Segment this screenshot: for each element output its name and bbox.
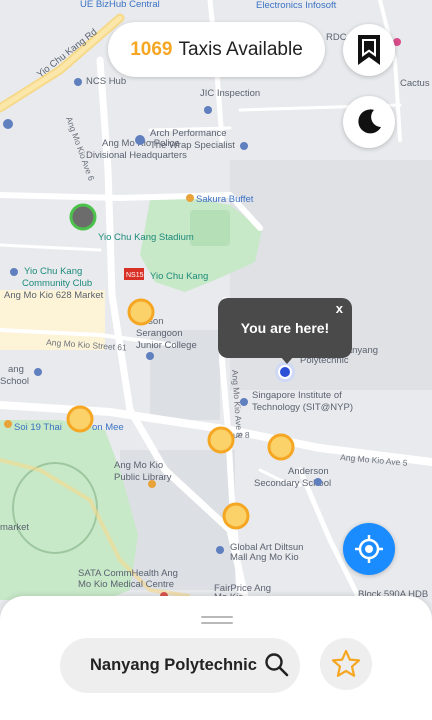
mrt-code: NS15	[126, 272, 144, 279]
map-label: UE BizHub Central	[80, 0, 160, 10]
map-label: School	[0, 376, 29, 387]
map-label: market	[0, 522, 29, 533]
bookmark-button[interactable]	[343, 24, 395, 76]
poi-icon	[146, 352, 154, 360]
map-label: Electronics Infosoft	[256, 0, 337, 11]
map-label: Mall Ang Mo Kio	[230, 552, 299, 563]
map-label: JIC Inspection	[200, 88, 260, 99]
location-tooltip: You are here! x	[218, 298, 352, 358]
map-label: Mo Kio Medical Centre	[78, 579, 174, 590]
map-label: Divisional Headquarters	[86, 150, 187, 161]
map-label: ang	[8, 364, 24, 375]
map-label: Community Club	[22, 278, 92, 289]
star-icon	[331, 649, 361, 677]
user-location-dot	[278, 365, 292, 379]
map-label: Yio Chu Kang Stadium	[98, 232, 194, 243]
map-label: SATA CommHealth Ang	[78, 568, 178, 579]
locate-me-button[interactable]	[343, 523, 395, 575]
map-label: NCS Hub	[86, 76, 126, 87]
poi-icon	[240, 398, 248, 406]
poi-icon	[148, 480, 156, 488]
map-label: Soi 19 Thai	[14, 422, 62, 433]
green-taxi-marker[interactable]	[69, 203, 97, 231]
taxi-marker[interactable]	[207, 426, 235, 454]
map-label: Technology (SIT@NYP)	[252, 402, 353, 413]
favorite-button[interactable]	[320, 638, 372, 690]
tooltip-text: You are here!	[240, 320, 330, 336]
poi-icon	[216, 546, 224, 554]
taxi-marker[interactable]	[127, 298, 155, 326]
taxi-marker[interactable]	[267, 433, 295, 461]
map-label: Cactus Dr	[400, 78, 432, 89]
poi-icon	[74, 78, 82, 86]
close-icon[interactable]: x	[336, 301, 343, 316]
poi-icon	[135, 135, 145, 145]
poi-icon	[240, 142, 248, 150]
search-value: Nanyang Polytechnic	[90, 656, 257, 674]
map-label: Public Library	[114, 472, 172, 483]
taxi-count-pill: 1069 Taxis Available	[108, 22, 325, 77]
search-icon[interactable]	[264, 652, 290, 678]
map-label: Singapore Institute of	[252, 390, 342, 401]
map-label: Ang Mo Kio 628 Market	[4, 290, 104, 301]
poi-icon	[186, 194, 194, 202]
map-label: on Mee	[92, 422, 124, 433]
map-label: Yio Chu Kang	[24, 266, 82, 277]
bookmark-icon	[358, 35, 380, 65]
taxi-count-label: Taxis Available	[178, 38, 303, 60]
crosshair-icon	[355, 535, 383, 563]
map-label: ue 8	[233, 430, 250, 440]
map-label: Junior College	[136, 340, 197, 351]
bottom-sheet: Nanyang Polytechnic	[0, 596, 432, 720]
poi-icon	[34, 368, 42, 376]
poi-icon	[204, 106, 212, 114]
map-label: Serangoon	[136, 328, 182, 339]
map-label: Sakura Buffet	[196, 194, 254, 205]
map-label: Yio Chu Kang	[150, 271, 208, 282]
poi-icon	[314, 478, 322, 486]
poi-icon	[3, 119, 13, 129]
taxi-marker[interactable]	[222, 502, 250, 530]
poi-icon	[10, 268, 18, 276]
taxi-marker[interactable]	[66, 405, 94, 433]
map-label: Ang Mo Kio	[114, 460, 163, 471]
sheet-drag-handle[interactable]	[201, 616, 233, 624]
poi-icon	[4, 420, 12, 428]
moon-icon	[358, 109, 381, 134]
dark-mode-button[interactable]	[343, 96, 395, 148]
taxi-count: 1069	[130, 38, 173, 60]
destination-search[interactable]: Nanyang Polytechnic	[60, 638, 300, 693]
map-label: Anderson	[288, 466, 329, 477]
tooltip-tail	[280, 356, 294, 364]
